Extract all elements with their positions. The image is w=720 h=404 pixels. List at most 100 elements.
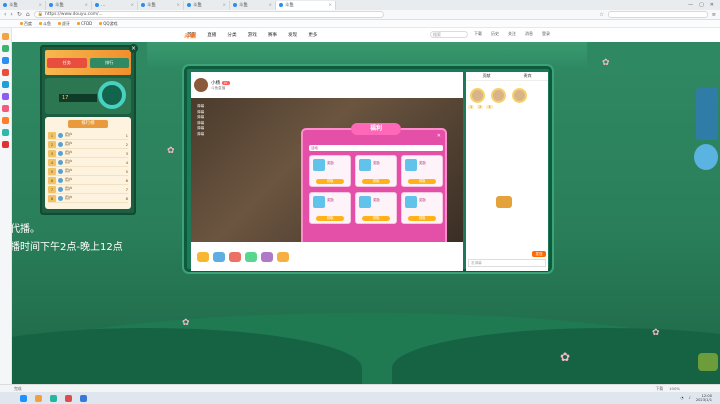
gift-icon[interactable] [197,251,209,262]
side-promo-banner[interactable] [696,88,718,140]
bookmark-item[interactable]: 斗鱼 [39,21,51,27]
list-item[interactable]: 3 用户 3 [48,149,128,158]
gift-icon[interactable] [213,251,225,262]
volume-icon[interactable]: ♪ [689,396,691,400]
download-status[interactable]: 下载 [656,386,664,392]
bookmark-item[interactable]: 虎牙 [58,21,70,27]
video-player[interactable]: 弹幕 弹幕 弹幕 弹幕 弹幕 弹幕 福利 ✕ 活动 奖励 领取 奖励 领取 奖励 领取 奖励 领取 奖励领… [191,98,463,242]
reward-card[interactable]: 奖励 领取 [309,192,351,224]
gift-icon[interactable] [261,251,273,262]
download-icon[interactable]: 下载 [474,31,482,37]
maximize-button[interactable]: ▢ [699,2,704,8]
reward-card[interactable]: 奖励 领取 [309,155,351,187]
sidebar-app-icon[interactable] [2,117,9,124]
nav-item-more[interactable]: 更多 [308,32,317,38]
claim-button[interactable]: 领取 [316,216,344,221]
tab-contribution[interactable]: 贡献 [483,73,491,79]
close-tab-icon[interactable]: × [222,3,226,8]
taskbar-app-icon[interactable] [80,394,87,402]
ring-icon[interactable] [98,81,126,109]
reward-card[interactable]: 奖励 领取 [401,155,443,187]
site-logo[interactable]: 斗鱼 [184,31,196,40]
tab-rank[interactable]: 排行 [89,57,129,68]
sidebar-app-icon[interactable] [2,81,9,88]
sidebar-app-icon[interactable] [2,57,9,64]
avatar[interactable] [512,88,527,103]
message-icon[interactable]: 消息 [525,31,533,37]
url-input[interactable]: 🔒 https://www.douyu.com/... [33,11,384,18]
refresh-icon[interactable]: ↻ [17,11,22,18]
close-icon[interactable]: ✕ [437,133,441,139]
claim-button[interactable]: 领取 [362,216,390,221]
reward-card[interactable]: 奖励 领取 [355,192,397,224]
close-window-button[interactable]: ✕ [710,2,714,8]
browser-tab[interactable]: 斗鱼 × [230,0,276,10]
claim-button[interactable]: 领取 [316,179,344,184]
sidebar-app-icon[interactable] [2,129,9,136]
sidebar-app-icon[interactable] [2,105,9,112]
claim-button[interactable]: 领取 [408,216,436,221]
gift-icon[interactable] [245,251,257,262]
sidebar-app-icon[interactable] [2,93,9,100]
browser-tab[interactable]: 斗鱼 × [276,0,336,10]
reward-card[interactable]: 奖励 领取 [401,192,443,224]
browser-tab[interactable]: 斗鱼 × [46,0,92,10]
network-icon[interactable]: ◔ [680,396,683,400]
bookmark-item[interactable]: 百度 [20,21,32,27]
list-item[interactable]: 6 用户 6 [48,176,128,185]
close-tab-icon[interactable]: × [328,3,332,8]
close-tab-icon[interactable]: × [176,3,180,8]
chat-input[interactable]: 发弹幕 [468,259,546,267]
close-tab-icon[interactable]: × [38,3,42,8]
list-item[interactable]: 8 用户 8 [48,194,128,203]
minimize-button[interactable]: — [688,2,693,8]
sidebar-app-icon[interactable] [2,45,9,52]
zoom-level[interactable]: 100% [669,386,680,392]
corner-promo-icon[interactable] [698,353,718,371]
avatar[interactable] [470,88,485,103]
nav-item-events[interactable]: 赛事 [268,32,277,38]
nav-item-category[interactable]: 分类 [227,32,236,38]
browser-tab[interactable]: … × [92,0,138,10]
nav-item-discover[interactable]: 发现 [288,32,297,38]
gift-icon[interactable] [229,251,241,262]
home-icon[interactable]: ⌂ [26,11,30,18]
taskbar-app-icon[interactable] [35,394,42,402]
close-tab-icon[interactable]: × [130,3,134,8]
list-item[interactable]: 5 用户 5 [48,167,128,176]
close-tab-icon[interactable]: × [84,3,88,8]
menu-icon[interactable]: ≡ [712,12,716,18]
browser-search-box[interactable] [607,11,708,18]
list-item[interactable]: 7 用户 7 [48,185,128,194]
star-icon[interactable]: ☆ [599,12,603,18]
taskbar-app-icon[interactable] [65,394,72,402]
forward-icon[interactable]: › [10,11,12,18]
clock[interactable]: 12:00 2023/1/1 [696,394,712,402]
bookmark-item[interactable]: QQ游戏 [99,21,118,27]
list-item[interactable]: 2 用户 2 [48,140,128,149]
send-button[interactable]: 发送 [532,251,546,257]
nav-item-games[interactable]: 游戏 [248,32,257,38]
browser-tab[interactable]: 斗鱼 × [0,0,46,10]
browser-tab[interactable]: 斗鱼 × [138,0,184,10]
sidebar-app-icon[interactable] [2,33,9,40]
tab-vip[interactable]: 贵宾 [524,73,532,79]
nav-item-live[interactable]: 直播 [207,32,216,38]
close-icon[interactable]: × [129,44,138,53]
site-search-input[interactable]: 搜索 [430,31,468,38]
side-promo-icon[interactable] [694,144,718,170]
gift-icon[interactable] [277,251,289,262]
avatar[interactable] [491,88,506,103]
back-icon[interactable]: ‹ [4,11,6,18]
follow-icon[interactable]: 关注 [508,31,516,37]
treasure-chest-icon[interactable] [496,196,512,208]
taskbar-app-icon[interactable] [50,394,57,402]
history-icon[interactable]: 历史 [491,31,499,37]
bookmark-item[interactable]: CFDD [77,21,92,26]
sidebar-app-icon[interactable] [2,141,9,148]
sidebar-app-icon[interactable] [2,69,9,76]
close-tab-icon[interactable]: × [268,3,272,8]
login-button[interactable]: 登录 [542,31,550,37]
reward-card[interactable]: 奖励 领取 [355,155,397,187]
list-item[interactable]: 1 用户 1 [48,131,128,140]
